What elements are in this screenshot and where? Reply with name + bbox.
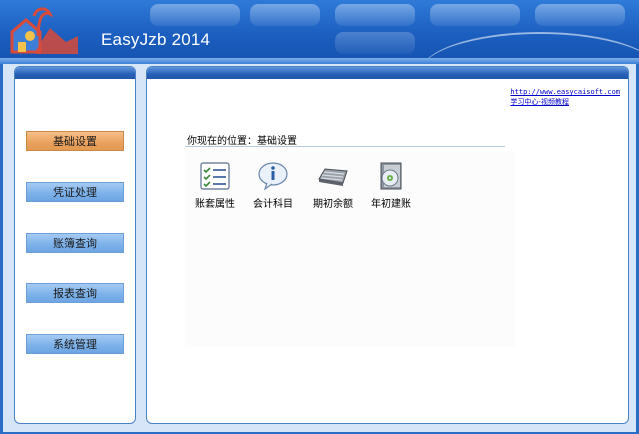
sidebar-item-basic-settings[interactable]: 基础设置 [26,131,124,151]
app-title: EasyJzb 2014 [101,30,211,49]
sidebar-header-bar [15,67,135,79]
sidebar: 基础设置 凭证处理 账簿查询 报表查询 系统管理 [14,66,136,424]
header-decor [430,4,520,26]
main-header-bar [147,67,628,79]
help-links: http://www.easycaisoft.com 学习中心-视频教程 [510,87,620,107]
breadcrumb: 你现在的位置：基础设置 [187,136,297,147]
opening-balance-button[interactable]: 期初余额 [305,161,361,210]
header-banner: EasyJzb 2014 [0,0,639,62]
keyboard-icon [318,168,348,186]
new-year-setup-label: 年初建账 [371,199,411,210]
sidebar-item-ledger-query[interactable]: 账簿查询 [26,233,124,253]
logo-icon [10,7,78,54]
new-year-setup-button[interactable]: 年初建账 [363,161,419,210]
main-panel: http://www.easycaisoft.com 学习中心-视频教程 你现在… [146,66,629,424]
header-decor [535,4,625,26]
sidebar-item-system-management[interactable]: 系统管理 [26,334,124,354]
account-set-properties-label: 账套属性 [195,199,235,210]
opening-balance-label: 期初余额 [313,199,353,210]
book-cd-icon [380,162,402,190]
account-set-properties-button[interactable]: 账套属性 [187,161,243,210]
website-link[interactable]: http://www.easycaisoft.com [510,87,620,97]
info-icon [258,162,288,191]
sidebar-item-voucher-processing[interactable]: 凭证处理 [26,182,124,202]
header-decor [335,32,415,54]
tutorial-link[interactable]: 学习中心-视频教程 [510,97,620,107]
header-decor [250,4,320,26]
chart-of-accounts-label: 会计科目 [253,199,293,210]
checklist-icon [200,162,230,190]
header-decor [335,4,415,26]
header-decor [150,4,240,26]
sidebar-item-report-query[interactable]: 报表查询 [26,283,124,303]
chart-of-accounts-button[interactable]: 会计科目 [245,161,301,210]
breadcrumb-divider [185,146,505,147]
